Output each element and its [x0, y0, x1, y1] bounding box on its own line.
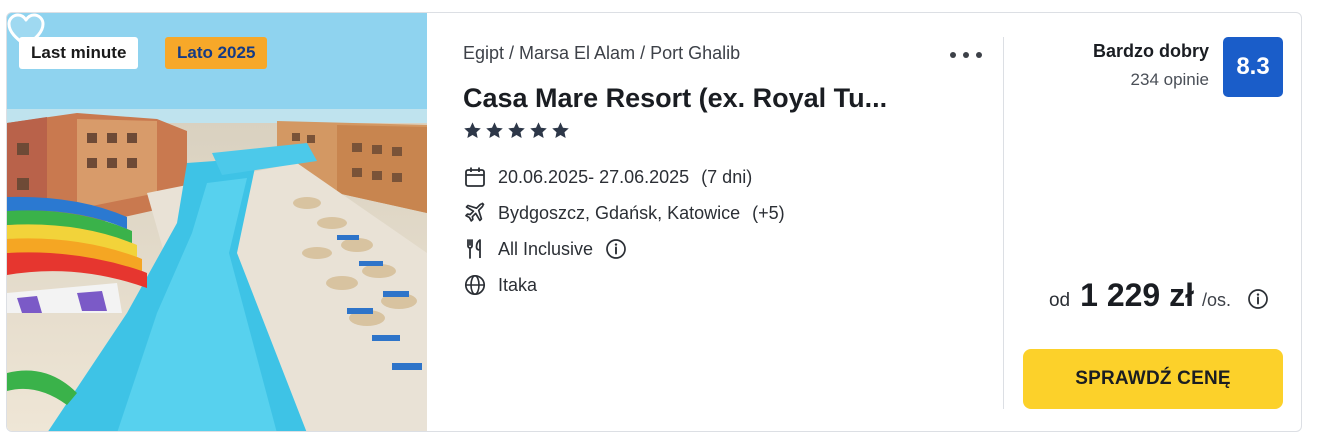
hotel-name[interactable]: Casa Mare Resort (ex. Royal Tu...	[463, 83, 923, 114]
reviews-count[interactable]: 234 opinie	[1093, 70, 1209, 90]
price-per-person: /os.	[1201, 290, 1231, 310]
operator-row: Itaka	[463, 273, 537, 297]
rating-score: 8.3	[1223, 37, 1283, 97]
star-rating	[463, 121, 570, 143]
dates-value: 20.06.2025- 27.06.2025	[498, 166, 690, 187]
departures-value: Bydgoszcz, Gdańsk, Katowice	[498, 202, 741, 223]
divider	[1003, 37, 1004, 409]
offer-card: Last minute Lato 2025 Egipt / Marsa El A…	[6, 12, 1302, 432]
departures-row: Bydgoszcz, Gdańsk, Katowice (+5)	[463, 201, 785, 225]
globe-icon	[464, 274, 486, 296]
heart-icon[interactable]	[7, 13, 45, 49]
board-value: All Inclusive	[498, 238, 594, 259]
season-badge: Lato 2025	[165, 37, 268, 69]
info-icon[interactable]	[1247, 288, 1269, 310]
more-dots-icon[interactable]	[947, 39, 987, 69]
board-row: All Inclusive	[463, 237, 627, 261]
breadcrumb: Egipt / Marsa El Alam / Port Ghalib	[463, 43, 741, 63]
price: od 1 229 zł /os.	[1049, 277, 1269, 321]
star-icon	[486, 122, 503, 139]
cutlery-icon	[467, 239, 481, 259]
price-value: 1 229 zł	[1080, 277, 1194, 313]
operator-value: Itaka	[498, 274, 538, 295]
offer-info: Egipt / Marsa El Alam / Port Ghalib Casa…	[463, 13, 1003, 431]
hotel-photo-illustration	[7, 13, 427, 431]
dates-row: 20.06.2025- 27.06.2025 (7 dni)	[463, 165, 752, 189]
rating-label: Bardzo dobry	[1092, 41, 1209, 61]
star-icon	[508, 122, 525, 139]
duration-value: (7 dni)	[701, 166, 753, 187]
price-prefix: od	[1048, 290, 1071, 311]
info-icon[interactable]	[605, 238, 627, 260]
star-icon	[530, 122, 547, 139]
star-icon	[464, 122, 481, 139]
rating-text: Bardzo dobry 234 opinie	[1093, 41, 1209, 90]
hotel-photo[interactable]: Last minute Lato 2025	[7, 13, 427, 431]
star-icon	[552, 122, 569, 139]
calendar-icon	[465, 167, 485, 187]
departures-more[interactable]: (+5)	[752, 203, 785, 224]
check-price-button[interactable]: SPRAWDŹ CENĘ	[1023, 349, 1283, 409]
plane-icon	[465, 202, 485, 222]
